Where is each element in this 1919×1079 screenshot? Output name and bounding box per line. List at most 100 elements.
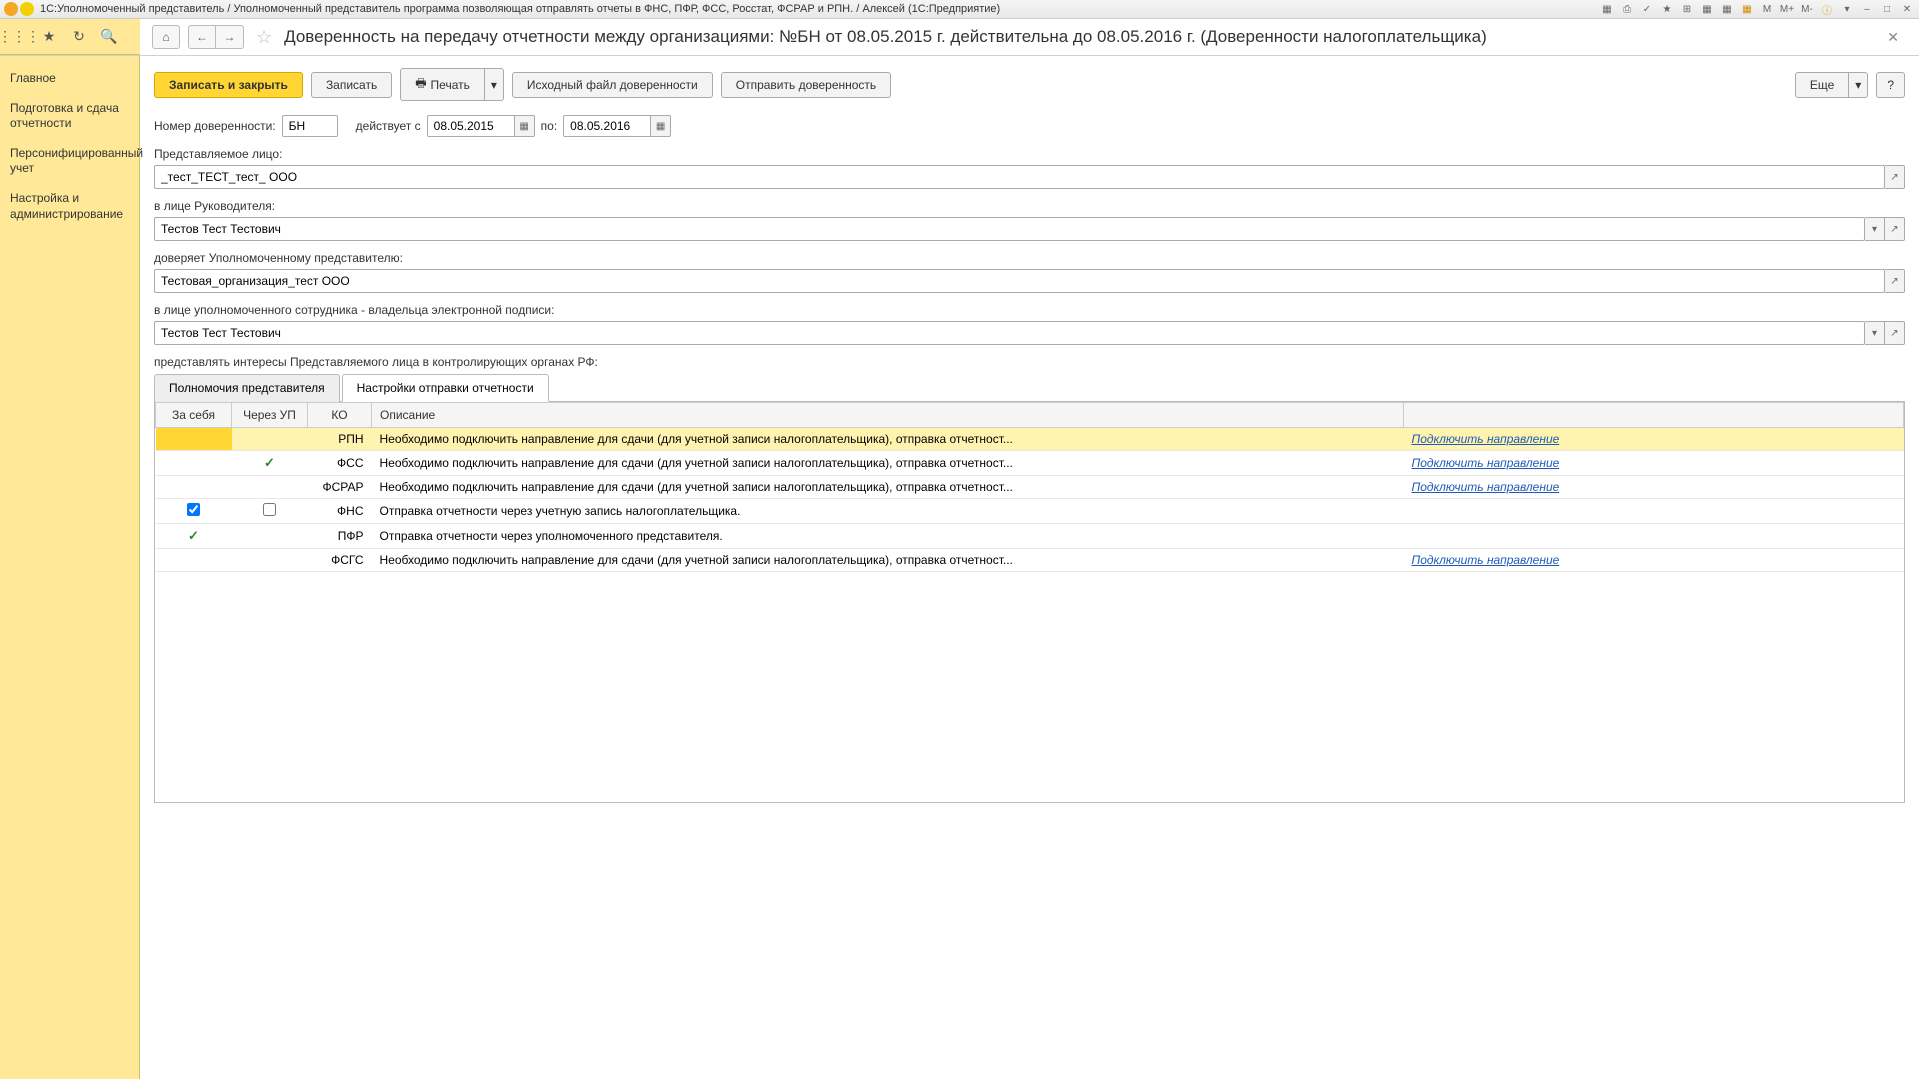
favorite-icon[interactable]: ☆ bbox=[256, 27, 272, 48]
action-bar: Записать и закрыть Записать 🖶Печать ▾ Ис… bbox=[154, 68, 1905, 101]
search-icon[interactable]: 🔍 bbox=[100, 28, 118, 46]
th-desc[interactable]: Описание bbox=[372, 403, 1404, 428]
toolbar-icon[interactable]: ★ bbox=[1659, 2, 1675, 16]
app-icon-dropdown[interactable] bbox=[20, 2, 34, 16]
cell-desc: Необходимо подключить направление для сд… bbox=[372, 549, 1404, 572]
print-button[interactable]: 🖶Печать bbox=[400, 68, 485, 101]
th-up[interactable]: Через УП bbox=[232, 403, 308, 428]
head-label: в лице Руководителя: bbox=[154, 199, 1905, 213]
cell-desc: Необходимо подключить направление для сд… bbox=[372, 428, 1404, 451]
save-close-button[interactable]: Записать и закрыть bbox=[154, 72, 303, 98]
emp-open-icon[interactable]: ↗ bbox=[1885, 321, 1905, 345]
table-row[interactable]: ФСГСНеобходимо подключить направление дл… bbox=[156, 549, 1904, 572]
more-button[interactable]: Еще bbox=[1795, 72, 1849, 98]
th-self[interactable]: За себя bbox=[156, 403, 232, 428]
close-icon[interactable]: ✕ bbox=[1899, 2, 1915, 16]
send-button[interactable]: Отправить доверенность bbox=[721, 72, 891, 98]
more-dropdown[interactable]: ▾ bbox=[1849, 72, 1868, 98]
toolbar-icon[interactable]: ✓ bbox=[1639, 2, 1655, 16]
connect-link[interactable]: Подключить направление bbox=[1412, 480, 1560, 494]
cell-ko: ФСГС bbox=[308, 549, 372, 572]
close-page-icon[interactable]: ✕ bbox=[1879, 29, 1907, 46]
emp-label: в лице уполномоченного сотрудника - влад… bbox=[154, 303, 1905, 317]
org-open-icon[interactable]: ↗ bbox=[1885, 165, 1905, 189]
cell-desc: Необходимо подключить направление для сд… bbox=[372, 476, 1404, 499]
maximize-icon[interactable]: □ bbox=[1879, 2, 1895, 16]
cell-action: Подключить направление bbox=[1404, 428, 1904, 451]
cell-up bbox=[232, 428, 308, 451]
minimize-icon[interactable]: – bbox=[1859, 2, 1875, 16]
table-row[interactable]: ✓ФССНеобходимо подключить направление дл… bbox=[156, 451, 1904, 476]
star-icon[interactable]: ★ bbox=[40, 28, 58, 46]
toolbar-icon[interactable]: ▦ bbox=[1739, 2, 1755, 16]
top-row: ⋮⋮⋮ ★ ↻ 🔍 ⌂ ← → ☆ Доверенность на переда… bbox=[0, 19, 1919, 56]
sidebar-item-reports[interactable]: Подготовка и сдача отчетности bbox=[0, 94, 139, 139]
tab-powers[interactable]: Полномочия представителя bbox=[154, 374, 340, 402]
from-date-input[interactable] bbox=[427, 115, 515, 137]
cell-self: ✓ bbox=[156, 524, 232, 549]
sidebar-item-settings[interactable]: Настройка и администрирование bbox=[0, 184, 139, 229]
number-date-row: Номер доверенности: действует с ▦ по: ▦ bbox=[154, 115, 1905, 137]
number-input[interactable] bbox=[282, 115, 338, 137]
table-row[interactable]: ✓ПФРОтправка отчетности через уполномоче… bbox=[156, 524, 1904, 549]
head-dropdown-icon[interactable]: ▾ bbox=[1865, 217, 1885, 241]
toolbar-icon[interactable]: ▦ bbox=[1719, 2, 1735, 16]
from-date-picker-icon[interactable]: ▦ bbox=[515, 115, 535, 137]
cell-ko: ПФР bbox=[308, 524, 372, 549]
table-row[interactable]: ФНСОтправка отчетности через учетную зап… bbox=[156, 499, 1904, 524]
emp-input[interactable] bbox=[154, 321, 1865, 345]
check-icon: ✓ bbox=[264, 455, 275, 470]
mem-mminus[interactable]: M- bbox=[1799, 2, 1815, 16]
print-label: Печать bbox=[431, 78, 470, 92]
number-label: Номер доверенности: bbox=[154, 119, 276, 133]
print-dropdown[interactable]: ▾ bbox=[485, 68, 504, 101]
cell-self bbox=[156, 451, 232, 476]
table-empty-area bbox=[155, 572, 1904, 802]
cell-ko: ФНС bbox=[308, 499, 372, 524]
connect-link[interactable]: Подключить направление bbox=[1412, 432, 1560, 446]
apps-icon[interactable]: ⋮⋮⋮ bbox=[10, 28, 28, 46]
toolbar-icon[interactable]: ⎙ bbox=[1619, 2, 1635, 16]
sidebar-item-personified[interactable]: Персонифицированный учет bbox=[0, 139, 139, 184]
to-date-input[interactable] bbox=[563, 115, 651, 137]
cell-action bbox=[1404, 499, 1904, 524]
connect-link[interactable]: Подключить направление bbox=[1412, 553, 1560, 567]
interests-label: представлять интересы Представляемого ли… bbox=[154, 355, 1905, 369]
forward-button[interactable]: → bbox=[216, 25, 244, 49]
rep-input[interactable] bbox=[154, 269, 1885, 293]
dropdown-icon[interactable]: ▾ bbox=[1839, 2, 1855, 16]
toolbar-icon[interactable]: ▦ bbox=[1699, 2, 1715, 16]
to-date-picker-icon[interactable]: ▦ bbox=[651, 115, 671, 137]
tabs: Полномочия представителя Настройки отпра… bbox=[154, 373, 1905, 402]
toolbar-icon[interactable]: ▦ bbox=[1599, 2, 1615, 16]
mem-mplus[interactable]: M+ bbox=[1779, 2, 1795, 16]
source-file-button[interactable]: Исходный файл доверенности bbox=[512, 72, 713, 98]
connect-link[interactable]: Подключить направление bbox=[1412, 456, 1560, 470]
sidebar-item-main[interactable]: Главное bbox=[0, 64, 139, 94]
history-icon[interactable]: ↻ bbox=[70, 28, 88, 46]
head-open-icon[interactable]: ↗ bbox=[1885, 217, 1905, 241]
org-input[interactable] bbox=[154, 165, 1885, 189]
table-row[interactable]: РПННеобходимо подключить направление для… bbox=[156, 428, 1904, 451]
th-ko[interactable]: КО bbox=[308, 403, 372, 428]
emp-dropdown-icon[interactable]: ▾ bbox=[1865, 321, 1885, 345]
home-button[interactable]: ⌂ bbox=[152, 25, 180, 49]
cell-up bbox=[232, 476, 308, 499]
back-button[interactable]: ← bbox=[188, 25, 216, 49]
checkbox[interactable] bbox=[263, 503, 276, 516]
mem-m[interactable]: M bbox=[1759, 2, 1775, 16]
cell-desc: Отправка отчетности через учетную запись… bbox=[372, 499, 1404, 524]
from-label: действует с bbox=[356, 119, 421, 133]
info-icon[interactable]: ⓘ bbox=[1819, 2, 1835, 16]
cell-ko: ФСС bbox=[308, 451, 372, 476]
cell-action: Подключить направление bbox=[1404, 476, 1904, 499]
head-input[interactable] bbox=[154, 217, 1865, 241]
help-button[interactable]: ? bbox=[1876, 72, 1905, 98]
checkbox[interactable] bbox=[187, 503, 200, 516]
check-icon: ✓ bbox=[188, 528, 199, 543]
tab-settings[interactable]: Настройки отправки отчетности bbox=[342, 374, 549, 402]
table-row[interactable]: ФСРАРНеобходимо подключить направление д… bbox=[156, 476, 1904, 499]
rep-open-icon[interactable]: ↗ bbox=[1885, 269, 1905, 293]
toolbar-icon[interactable]: ⊞ bbox=[1679, 2, 1695, 16]
save-button[interactable]: Записать bbox=[311, 72, 392, 98]
